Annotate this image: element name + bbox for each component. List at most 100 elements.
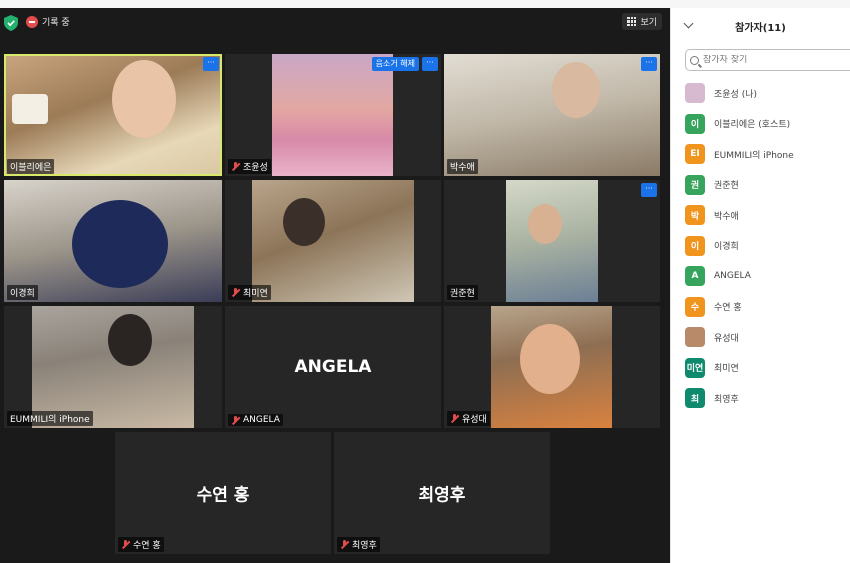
- participant-name: EUMMILI의 iPhone: [714, 150, 794, 161]
- avatar: 이: [685, 235, 705, 256]
- participant-name: 이블리에은 (호스트): [714, 120, 791, 131]
- participant-item[interactable]: 박 박수애: [685, 200, 845, 231]
- participant-name: 권준현: [450, 289, 475, 299]
- video-tile-9[interactable]: 유성대: [444, 306, 660, 428]
- avatar: 미연: [685, 357, 705, 378]
- avatar: A: [685, 266, 705, 287]
- participant-item[interactable]: A ANGELA: [685, 261, 845, 292]
- participant-item[interactable]: 이 이블리에은 (호스트): [685, 109, 845, 140]
- view-button[interactable]: 보기: [622, 13, 662, 30]
- participant-name: 최미연: [243, 289, 268, 299]
- video-tile-8[interactable]: ANGELA ANGELA: [225, 306, 441, 428]
- participant-name: 최영후: [714, 394, 739, 405]
- more-options-button[interactable]: ···: [203, 57, 219, 71]
- name-tag: 이경희: [7, 285, 38, 300]
- video-tile-2[interactable]: 음소거 해제 ··· 조윤성: [225, 54, 441, 176]
- mic-muted-icon: [231, 288, 240, 297]
- name-tag: 수연 홍: [118, 537, 164, 552]
- participant-item[interactable]: EI EUMMILI의 iPhone: [685, 139, 845, 170]
- avatar: 수: [685, 296, 705, 317]
- name-tag: 이블리에은: [7, 159, 55, 174]
- participant-name: 이블리에은: [10, 163, 52, 173]
- name-tag: ANGELA: [228, 414, 283, 426]
- participants-title: 참가자(11): [735, 23, 786, 34]
- participant-name: ANGELA: [714, 271, 751, 282]
- video-tile-11[interactable]: 최영후 최영후: [334, 432, 550, 554]
- participant-item[interactable]: 조윤성 (나): [685, 78, 845, 109]
- participant-item[interactable]: 미연 최미연: [685, 353, 845, 384]
- video-tile-3[interactable]: ··· 박수애: [444, 54, 660, 176]
- participant-video: [72, 200, 168, 288]
- avatar: 권: [685, 174, 705, 195]
- video-tile-7[interactable]: EUMMILI의 iPhone: [4, 306, 222, 428]
- participant-head: [528, 204, 562, 244]
- more-options-button[interactable]: ···: [641, 57, 657, 71]
- avatar: 이: [685, 113, 705, 134]
- participant-name: 수연 홍: [714, 303, 742, 314]
- participant-name: 박수애: [714, 211, 739, 222]
- video-tile-6[interactable]: ··· 권준현: [444, 180, 660, 302]
- more-options-button[interactable]: ···: [641, 183, 657, 197]
- participant-head: [283, 198, 325, 246]
- avatar: EI: [685, 144, 705, 165]
- name-tag: EUMMILI의 iPhone: [7, 411, 93, 426]
- participant-item[interactable]: 최 최영후: [685, 383, 845, 414]
- participant-search[interactable]: [685, 49, 850, 71]
- avatar: 박: [685, 205, 705, 226]
- participant-item[interactable]: 이 이경희: [685, 231, 845, 262]
- more-options-button[interactable]: ···: [422, 57, 438, 71]
- participant-display-name: ANGELA: [294, 357, 372, 377]
- participant-name: 최영후: [352, 541, 377, 551]
- meeting-topbar: 기록 중 보기: [0, 8, 670, 38]
- name-tag: 유성대: [447, 411, 490, 426]
- recording-indicator[interactable]: 기록 중: [26, 15, 70, 28]
- unmute-button[interactable]: 음소거 해제: [371, 57, 419, 71]
- participant-name: ANGELA: [243, 415, 280, 425]
- title-strip: [0, 0, 850, 8]
- name-tag: 권준현: [447, 285, 478, 300]
- mic-muted-icon: [121, 540, 130, 549]
- mic-muted-icon: [450, 414, 459, 423]
- participant-list: 조윤성 (나) 이 이블리에은 (호스트) EI EUMMILI의 iPhone 권 권준현…: [685, 78, 845, 414]
- name-tag: 박수애: [447, 159, 478, 174]
- record-icon: [26, 15, 38, 28]
- mic-muted-icon: [340, 540, 349, 549]
- participant-item[interactable]: 유성대: [685, 322, 845, 353]
- participant-name: 수연 홍: [133, 541, 161, 551]
- participant-head: [108, 314, 152, 366]
- participant-item[interactable]: 수 수연 홍: [685, 292, 845, 323]
- avatar: [685, 327, 705, 348]
- shield-icon[interactable]: [4, 15, 18, 31]
- participant-name: 유성대: [714, 333, 739, 344]
- video-tile-5[interactable]: 최미연: [225, 180, 441, 302]
- mic-muted-icon: [231, 162, 240, 171]
- participant-name: 유성대: [462, 415, 487, 425]
- zoom-window: 기록 중 보기 ··· 이블리에은 음소거 해제 ··· 조윤성 ··· 박수애: [0, 0, 850, 563]
- participant-item[interactable]: 권 권준현: [685, 170, 845, 201]
- name-tag: 조윤성: [228, 159, 271, 174]
- participant-name: 이경희: [714, 242, 739, 253]
- avatar: 최: [685, 388, 705, 409]
- participant-name: 조윤성 (나): [714, 89, 758, 100]
- participant-name: 최미연: [714, 364, 739, 375]
- participant-name: EUMMILI의 iPhone: [10, 415, 90, 425]
- participants-panel: 참가자(11) 조윤성 (나) 이 이블리에은 (호스트) EI EUMMILI의 iP…: [670, 8, 850, 563]
- name-tag: 최미연: [228, 285, 271, 300]
- video-tile-10[interactable]: 수연 홍 수연 홍: [115, 432, 331, 554]
- video-tile-1[interactable]: ··· 이블리에은: [4, 54, 222, 176]
- name-tag: 최영후: [337, 537, 380, 552]
- search-icon: [690, 55, 699, 65]
- grid-view-icon: [627, 17, 637, 26]
- view-label: 보기: [640, 18, 657, 28]
- participant-name: 조윤성: [243, 163, 268, 173]
- participant-name: 이경희: [10, 289, 35, 299]
- participant-head: [520, 324, 580, 394]
- video-tile-4[interactable]: 이경희: [4, 180, 222, 302]
- mic-muted-icon: [231, 415, 240, 425]
- participant-name: 박수애: [450, 163, 475, 173]
- participant-video: [252, 180, 414, 302]
- profile-picture: [272, 54, 393, 176]
- participant-display-name: 수연 홍: [196, 485, 250, 506]
- search-input[interactable]: [703, 55, 843, 65]
- participant-video: [552, 62, 600, 118]
